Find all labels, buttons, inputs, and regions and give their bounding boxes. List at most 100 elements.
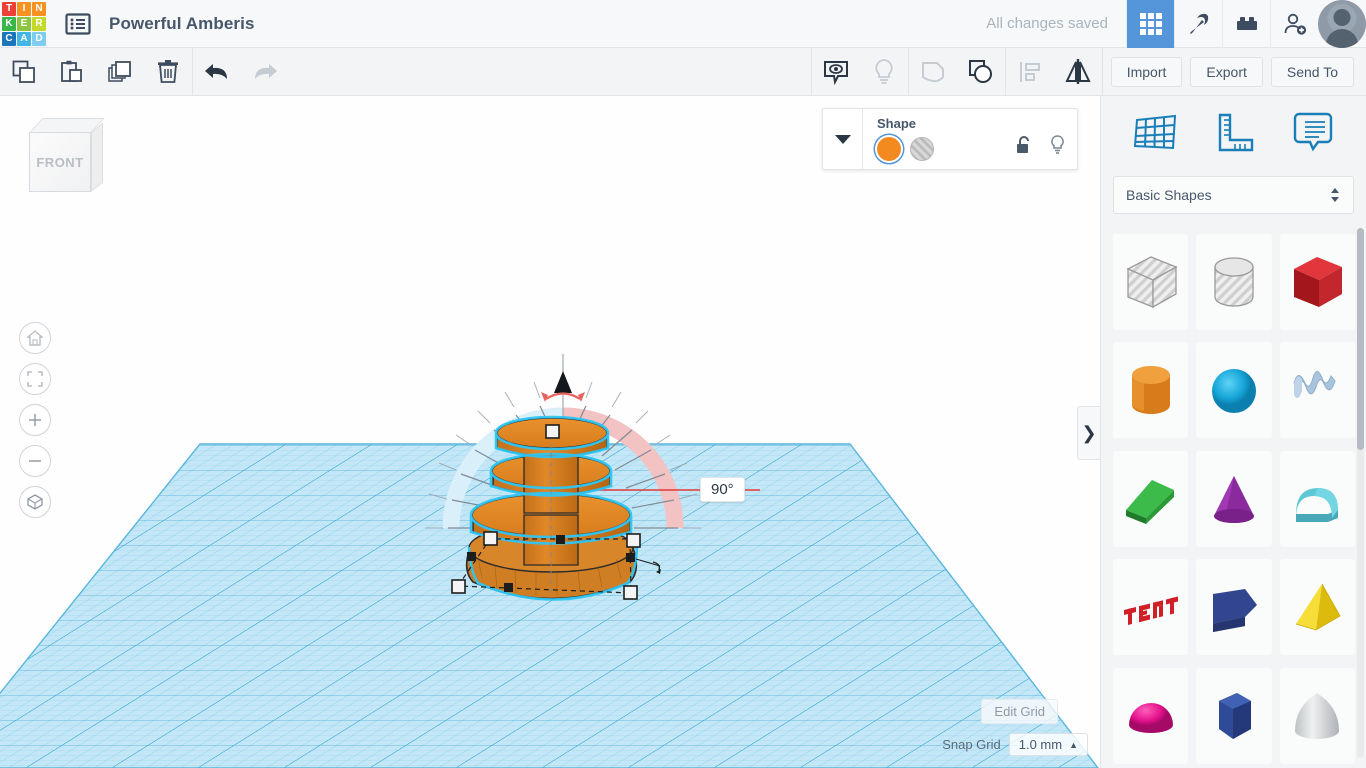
home-icon	[26, 330, 44, 346]
trash-icon	[158, 59, 178, 83]
shape-library-label: Basic Shapes	[1126, 187, 1212, 203]
list-menu-icon	[65, 12, 91, 35]
hole-swatch[interactable]	[910, 137, 934, 161]
shape-hexprism[interactable]	[1196, 667, 1272, 764]
tab-workplane[interactable]	[1127, 106, 1183, 158]
tab-ruler[interactable]	[1206, 106, 1262, 158]
minecraft-button[interactable]	[1174, 0, 1222, 48]
polygon-icon	[1212, 589, 1257, 633]
snap-grid-label: Snap Grid	[942, 737, 1001, 752]
rotation-angle-readout: 90°	[700, 477, 745, 502]
scrollbar-thumb[interactable]	[1357, 228, 1364, 450]
shape-tube[interactable]	[1279, 450, 1355, 547]
zoom-in-button[interactable]	[19, 404, 51, 436]
roof-icon	[1125, 479, 1174, 524]
workplane-3d-scene[interactable]	[0, 96, 1100, 768]
align-button	[1006, 48, 1054, 96]
logo-tile-i: I	[17, 1, 31, 16]
editor-canvas[interactable]: FRONT 90° Edit Grid Snap Grid 1.0 mm ▲	[0, 96, 1100, 768]
shape-panel-icons	[1016, 135, 1065, 160]
shape-scribble[interactable]	[1279, 342, 1355, 439]
collapse-panel-tab[interactable]: ❯	[1077, 406, 1100, 460]
text-shape-icon	[1123, 596, 1178, 626]
mirror-button[interactable]	[1054, 48, 1102, 96]
copy-button[interactable]	[0, 48, 48, 96]
save-status: All changes saved	[986, 15, 1108, 32]
shape-panel-collapse-button[interactable]	[823, 109, 863, 169]
hole-cylinder-icon	[1214, 257, 1254, 307]
view-cube[interactable]: FRONT	[22, 114, 105, 194]
logo-tile-k: K	[2, 16, 16, 31]
export-button[interactable]: Export	[1190, 56, 1263, 87]
import-button[interactable]: Import	[1110, 56, 1183, 87]
redo-arrow-icon	[255, 63, 277, 79]
home-view-button[interactable]	[19, 322, 51, 354]
lego-brick-icon	[1236, 16, 1257, 30]
fit-view-button[interactable]	[19, 363, 51, 395]
shape-cylinder-hole[interactable]	[1196, 234, 1272, 330]
show-hide-button[interactable]	[812, 48, 860, 96]
snap-grid-select[interactable]: 1.0 mm ▲	[1008, 733, 1088, 756]
shape-cylinder[interactable]	[1113, 342, 1189, 439]
group-shapes-icon	[968, 59, 992, 83]
clipboard-paste-icon	[61, 60, 82, 82]
paste-button[interactable]	[48, 48, 96, 96]
tab-note[interactable]	[1285, 106, 1341, 158]
shape-tools-group	[810, 47, 1103, 96]
half-cylinder-icon	[1296, 487, 1339, 522]
group-button[interactable]	[957, 48, 1005, 96]
note-shape-icon	[921, 61, 944, 82]
shape-polygon[interactable]	[1196, 559, 1272, 656]
toolbar-divider	[1101, 47, 1103, 96]
blocks-button[interactable]	[1222, 0, 1270, 48]
shape-panel-scrollbar[interactable]	[1357, 228, 1364, 758]
fit-frame-icon	[27, 371, 43, 387]
shape-box-hole[interactable]	[1113, 234, 1189, 330]
hole-box-icon	[1126, 256, 1178, 309]
logo-tile-e: E	[17, 16, 31, 31]
lightbulb-icon[interactable]	[1050, 135, 1065, 160]
logo-tile-c: C	[2, 31, 16, 46]
shape-halfsphere[interactable]	[1113, 667, 1189, 764]
apps-grid-button[interactable]	[1126, 0, 1174, 48]
align-icon	[1019, 61, 1040, 82]
projects-menu-button[interactable]	[63, 9, 93, 39]
perspective-toggle-button[interactable]	[19, 486, 51, 518]
unlock-icon[interactable]	[1016, 135, 1032, 160]
ruler-icon	[1218, 113, 1253, 152]
shape-pyramid[interactable]	[1279, 559, 1355, 656]
shape-paraboloid[interactable]	[1279, 667, 1355, 764]
header-actions: All changes saved	[986, 0, 1366, 48]
shape-text[interactable]	[1113, 559, 1189, 656]
note-button	[909, 48, 957, 96]
edit-tools-group	[0, 47, 289, 96]
gizmo-pointer-triangle	[554, 371, 572, 393]
minus-icon	[29, 460, 41, 462]
app-header: TIN KER CAD Powerful Amberis All changes s…	[0, 0, 1366, 48]
shape-roof[interactable]	[1113, 450, 1189, 547]
snap-grid-value: 1.0 mm	[1018, 737, 1063, 752]
shape-sphere[interactable]	[1196, 342, 1272, 439]
zoom-out-button[interactable]	[19, 445, 51, 477]
invite-button[interactable]	[1270, 0, 1318, 48]
shape-cone[interactable]	[1196, 450, 1272, 547]
view-cube-side[interactable]	[91, 122, 103, 192]
duplicate-button[interactable]	[96, 48, 144, 96]
snap-grid-controls: Snap Grid 1.0 mm ▲	[942, 733, 1088, 756]
tinkercad-logo[interactable]: TIN KER CAD	[1, 1, 47, 47]
updown-arrows-icon	[1331, 188, 1339, 202]
solid-swatch[interactable]	[877, 137, 901, 161]
eye-bubble-icon	[823, 60, 848, 85]
edit-grid-button[interactable]: Edit Grid	[981, 699, 1058, 724]
scribble-icon	[1293, 371, 1336, 399]
main-toolbar: Import Export Send To	[0, 47, 1366, 96]
undo-button[interactable]	[193, 48, 241, 96]
avatar[interactable]	[1318, 0, 1366, 48]
shape-inspector-panel[interactable]: Shape	[822, 108, 1078, 170]
shape-library-select[interactable]: Basic Shapes	[1113, 176, 1354, 214]
shape-box[interactable]	[1279, 234, 1355, 330]
document-title[interactable]: Powerful Amberis	[109, 14, 255, 34]
view-cube-front-face[interactable]: FRONT	[29, 132, 91, 192]
send-to-button[interactable]: Send To	[1270, 56, 1354, 87]
delete-button[interactable]	[144, 48, 192, 96]
